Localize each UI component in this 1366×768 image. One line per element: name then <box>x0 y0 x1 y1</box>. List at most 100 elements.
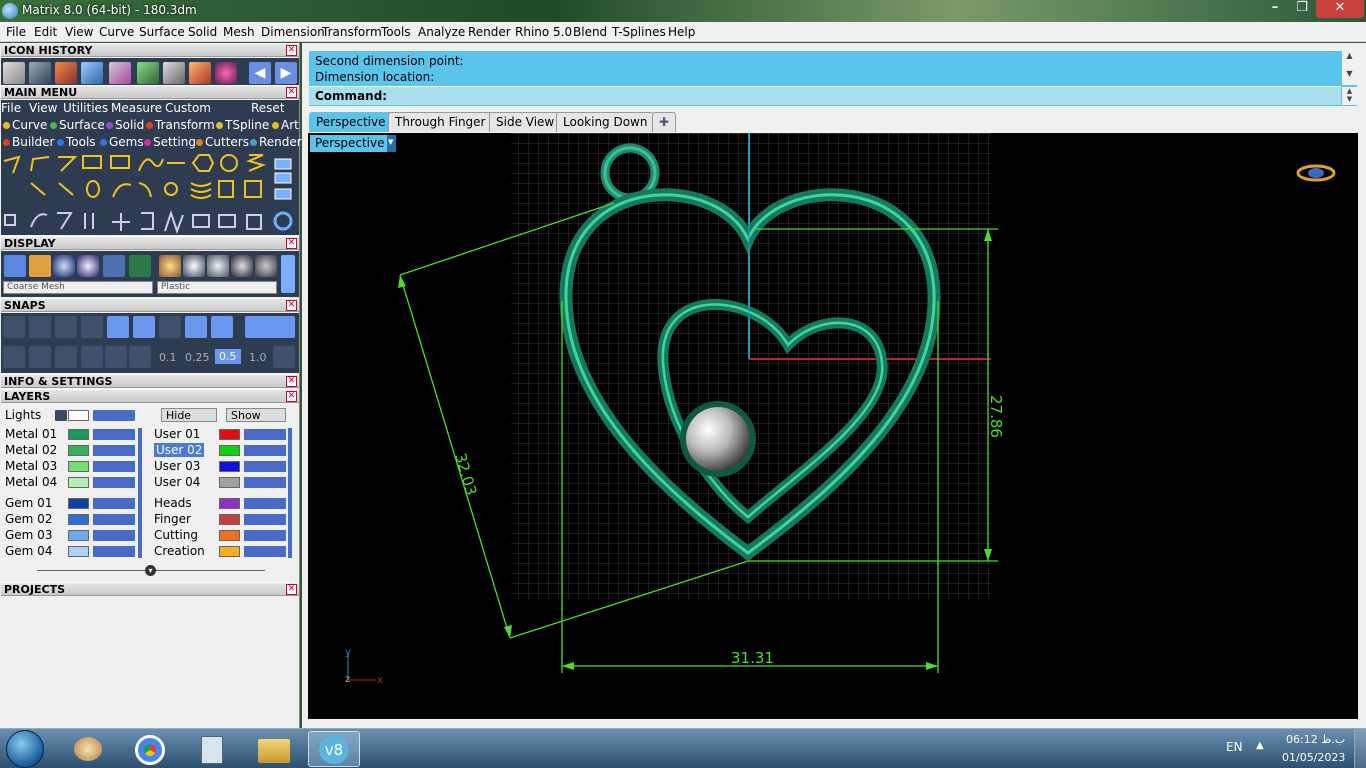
arrow-right-icon[interactable]: ▶ <box>275 62 297 84</box>
silver-material-icon[interactable] <box>183 255 205 277</box>
menu-surface[interactable]: Surface <box>139 25 185 39</box>
render-icon[interactable] <box>189 62 211 84</box>
dome-icon[interactable] <box>81 62 103 84</box>
plastic-material-icon[interactable] <box>231 255 253 277</box>
menu-solid[interactable]: Solid <box>188 25 217 39</box>
tab-perspective[interactable]: Perspective <box>309 112 393 132</box>
menu-rhino[interactable]: Rhino 5.0 <box>515 25 572 39</box>
layer-swatch[interactable] <box>68 445 89 456</box>
menu-mesh[interactable]: Mesh <box>223 25 255 39</box>
navigation-gem-icon[interactable] <box>1308 168 1324 178</box>
menu-dimension[interactable]: Dimension <box>261 25 325 39</box>
layer-name[interactable]: Gem 04 <box>5 544 52 558</box>
layer-swatch[interactable] <box>68 477 89 488</box>
snap-value-3[interactable]: 0.5 <box>215 349 241 364</box>
ortho-icon[interactable] <box>55 346 77 368</box>
mm-reset[interactable]: Reset <box>251 101 285 115</box>
mm-custom[interactable]: Custom <box>165 101 211 115</box>
metal-material-icon[interactable] <box>207 255 229 277</box>
menu-analyze[interactable]: Analyze <box>418 25 465 39</box>
mm-surface[interactable]: Surface <box>50 118 105 132</box>
mm-builder[interactable]: Builder <box>3 135 54 149</box>
cube-icon[interactable] <box>29 346 51 368</box>
layer-swatch[interactable] <box>219 498 240 509</box>
explorer-app-icon[interactable] <box>248 731 300 767</box>
layer-name[interactable]: User 03 <box>154 459 200 473</box>
menu-help[interactable]: Help <box>668 25 695 39</box>
gem-tool-icon[interactable] <box>109 62 131 84</box>
layer-name[interactable]: Metal 04 <box>5 475 57 489</box>
mesh-dropdown[interactable]: Coarse Mesh <box>3 281 153 294</box>
close-icon[interactable]: ✕ <box>286 238 297 249</box>
mm-art[interactable]: Art <box>272 118 299 132</box>
close-icon[interactable]: ✕ <box>286 87 297 98</box>
ghosted-icon[interactable] <box>29 255 51 277</box>
layer-swatch[interactable] <box>219 514 240 525</box>
gem-icon[interactable] <box>215 62 237 84</box>
layer-name[interactable]: Creation <box>154 544 205 558</box>
layer-swatch[interactable] <box>68 429 89 440</box>
matrix-app-icon[interactable]: v8 <box>308 731 360 767</box>
lights-controls[interactable] <box>93 410 135 421</box>
snap-int-icon[interactable] <box>133 316 155 338</box>
hide-button[interactable]: Hide <box>161 408 217 422</box>
layer-swatch[interactable] <box>219 477 240 488</box>
grid-icon[interactable] <box>137 62 159 84</box>
menu-tsplines[interactable]: T-Splines <box>612 25 666 39</box>
mm-utilities[interactable]: Utilities <box>63 101 108 115</box>
mm-gems[interactable]: Gems <box>100 135 144 149</box>
clock-time[interactable]: 06:12 ب.ظ <box>1286 733 1345 746</box>
xray-icon[interactable] <box>103 255 125 277</box>
show-button[interactable]: Show <box>226 408 286 422</box>
tab-looking-down[interactable]: Looking Down <box>556 112 655 132</box>
snap-mid-icon[interactable] <box>81 316 103 338</box>
layer-swatch[interactable] <box>219 530 240 541</box>
layer-swatch[interactable] <box>219 546 240 557</box>
snap-cen-icon[interactable] <box>107 316 129 338</box>
snap-quad-icon[interactable] <box>211 316 233 338</box>
viewport-label[interactable]: Perspective <box>310 135 396 152</box>
chrome-app-icon[interactable] <box>124 731 176 767</box>
calculator-app-icon[interactable] <box>186 731 238 767</box>
crosshair-icon[interactable] <box>273 346 295 368</box>
menu-file[interactable]: File <box>6 25 26 39</box>
mm-curve[interactable]: Curve <box>3 118 47 132</box>
layer-arrow-icon[interactable] <box>55 410 67 421</box>
menu-edit[interactable]: Edit <box>34 25 57 39</box>
layer-name[interactable]: Gem 01 <box>5 496 52 510</box>
layer-swatch[interactable] <box>68 514 89 525</box>
display-toggle[interactable] <box>281 255 295 293</box>
snap-point-icon[interactable] <box>55 316 77 338</box>
close-icon[interactable]: ✕ <box>286 584 297 595</box>
layer-swatch[interactable] <box>219 461 240 472</box>
layer-name[interactable]: Finger <box>154 512 191 526</box>
layer-name[interactable]: Metal 03 <box>5 459 57 473</box>
menu-curve[interactable]: Curve <box>99 25 134 39</box>
layer-name[interactable]: Cutting <box>154 528 198 542</box>
snap-near-icon[interactable] <box>29 316 51 338</box>
mm-view[interactable]: View <box>29 101 57 115</box>
shaded-icon[interactable] <box>53 255 75 277</box>
material-dropdown[interactable]: Plastic <box>157 281 277 294</box>
tool-icon[interactable] <box>55 62 77 84</box>
layer-name[interactable]: Metal 01 <box>5 427 57 441</box>
wireframe-icon[interactable] <box>4 255 26 277</box>
snap-toggle-icon[interactable] <box>245 316 295 338</box>
mm-file[interactable]: File <box>1 101 21 115</box>
mm-cutters[interactable]: Cutters <box>196 135 249 149</box>
snap-end-icon[interactable] <box>3 316 25 338</box>
viewport-canvas[interactable]: 32.03 27.86 31.31 y z x <box>308 133 1358 719</box>
layer-name[interactable]: Metal 02 <box>5 443 57 457</box>
snap-value-4[interactable]: 1.0 <box>249 351 267 364</box>
layer-swatch[interactable] <box>68 530 89 541</box>
start-button[interactable] <box>6 730 44 768</box>
curve-icon[interactable] <box>29 62 51 84</box>
tool-icons[interactable] <box>1 151 299 235</box>
technical-icon[interactable] <box>129 255 151 277</box>
viewport-perspective[interactable]: 32.03 27.86 31.31 y z x Perspective ▼ <box>308 133 1358 719</box>
layer-name[interactable]: Gem 03 <box>5 528 52 542</box>
layer-name[interactable]: User 01 <box>154 427 200 441</box>
mm-measure[interactable]: Measure <box>111 101 162 115</box>
lights-swatch[interactable] <box>68 410 89 421</box>
close-icon[interactable]: ✕ <box>286 300 297 311</box>
